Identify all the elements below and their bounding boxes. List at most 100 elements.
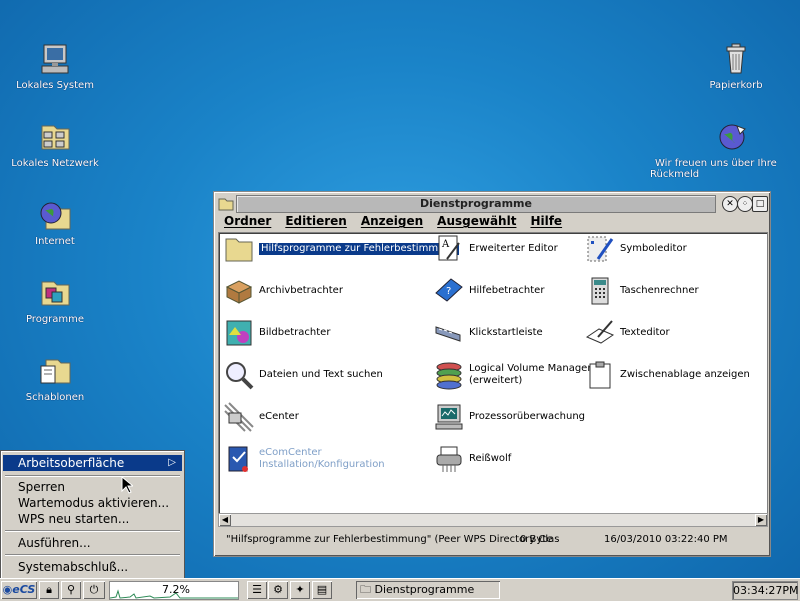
window-list-button[interactable]: ☰ <box>247 581 267 599</box>
status-size: 0 Byte <box>520 534 553 545</box>
launch-settings-button[interactable]: ⚙ <box>268 581 288 599</box>
window-title[interactable]: Dienstprogramme <box>236 195 716 213</box>
folder-icon: 🗀 <box>360 583 371 596</box>
menu-separator <box>5 530 180 532</box>
desktop-icon-label: Wir freuen uns über Ihre Rückmeld <box>650 158 777 180</box>
archive-box-icon <box>225 280 253 304</box>
menu-item-label: Ausführen... <box>18 536 91 550</box>
item-reisswolf[interactable]: Reißwolf <box>433 443 511 475</box>
desktop-icon-label: Internet <box>35 236 75 247</box>
item-label: Erweiterter Editor <box>469 243 558 254</box>
task-button-dienstprogramme[interactable]: 🗀 Dienstprogramme <box>356 581 500 599</box>
item-ecomcenter[interactable]: eComCenter Installation/Konfiguration <box>223 443 385 475</box>
status-bar: "Hilfsprogramme zur Fehlerbestimmung" (P… <box>218 529 766 551</box>
folder-icon[interactable] <box>218 196 234 212</box>
desktop-icon-papierkorb[interactable]: Papierkorb <box>681 42 791 91</box>
status-object: "Hilfsprogramme zur Fehlerbestimmung" (P… <box>226 534 560 545</box>
menu-sperren[interactable]: Sperren <box>3 479 182 495</box>
item-texteditor[interactable]: Texteditor <box>584 317 670 349</box>
item-label-line1: Logical Volume Manager <box>469 363 592 374</box>
menu-ausfuehren[interactable]: Ausführen... <box>3 535 182 551</box>
drives-launch-icon: ▤ <box>316 583 328 596</box>
item-zwischenablage[interactable]: Zwischenablage anzeigen <box>584 359 750 391</box>
ecenter-icon <box>224 402 254 432</box>
ecs-start-button[interactable]: ◉eCS <box>1 581 37 599</box>
taskbar: ◉eCS 🔒︎ ⚲ ⏻ 7.2% ☰ ⚙ ✦ ▤ 🗀 Dienstprogram… <box>0 578 800 601</box>
mouse-pointer-icon <box>121 476 133 494</box>
item-label: Symboleditor <box>620 243 687 254</box>
item-klickstartleiste[interactable]: Klickstartleiste <box>433 317 543 349</box>
item-label: Zwischenablage anzeigen <box>620 369 750 380</box>
close-button[interactable]: ✕ <box>722 196 738 212</box>
lvm-disks-icon <box>436 362 462 390</box>
item-taschenrechner[interactable]: Taschenrechner <box>584 275 699 307</box>
item-ecenter[interactable]: eCenter <box>223 401 299 433</box>
item-label: eComCenter Installation/Konfiguration <box>259 447 385 471</box>
scroll-left-icon[interactable]: ◀ <box>219 514 231 526</box>
desktop-icon-internet[interactable]: Internet <box>0 198 110 247</box>
item-bildbetrachter[interactable]: Bildbetrachter <box>223 317 330 349</box>
icon-view[interactable]: Hilfsprogramme zur Fehlerbestimmung Arch… <box>218 232 768 514</box>
submenu-arrow-icon: ▷ <box>168 457 176 468</box>
status-datetime: 16/03/2010 03:22:40 PM <box>604 534 728 545</box>
templates-folder-icon <box>40 359 71 384</box>
item-label: Taschenrechner <box>620 285 699 296</box>
desktop-icon-programme[interactable]: Programme <box>0 276 110 325</box>
task-label: Dienstprogramme <box>374 583 475 596</box>
minimize-button[interactable]: ⁘ <box>737 196 753 212</box>
start-menu: Arbeitsoberfläche ▷ Sperren Wartemodus a… <box>0 450 185 580</box>
launch-tools-button[interactable]: ✦ <box>290 581 310 599</box>
svg-text:?: ? <box>446 286 451 297</box>
menu-hilfe[interactable]: Hilfe <box>522 213 568 228</box>
desktop-icon-lokales-netzwerk[interactable]: Lokales Netzwerk <box>0 120 110 169</box>
internet-globe-icon <box>40 202 71 230</box>
desktop-icon-label: Lokales System <box>16 80 94 91</box>
cpu-percent: 7.2% <box>162 583 190 596</box>
item-label-line2: Installation/Konfiguration <box>259 459 385 470</box>
menu-wartemodus[interactable]: Wartemodus aktivieren... <box>3 495 182 511</box>
clock[interactable]: 03:34:27PM <box>732 581 799 600</box>
launchpad-icon <box>435 326 461 342</box>
item-lvm[interactable]: Logical Volume Manager (erweitert) <box>433 359 591 391</box>
menu-separator <box>5 475 180 477</box>
icon-editor-icon <box>587 236 614 262</box>
image-viewer-icon <box>226 320 252 346</box>
menu-anzeigen[interactable]: Anzeigen <box>353 213 429 228</box>
maximize-button[interactable]: □ <box>752 196 768 212</box>
desktop-icon-feedback[interactable]: Wir freuen uns über Ihre Rückmeld <box>650 120 800 180</box>
clipboard-icon <box>589 361 611 389</box>
cpu-load-meter: 7.2% <box>109 581 239 600</box>
menu-wps-neu-starten[interactable]: WPS neu starten... <box>3 511 182 527</box>
scroll-right-icon[interactable]: ▶ <box>755 514 767 526</box>
item-symboleditor[interactable]: Symboleditor <box>584 233 687 265</box>
launch-drives-button[interactable]: ▤ <box>312 581 332 599</box>
menu-editieren[interactable]: Editieren <box>277 213 353 228</box>
horizontal-scrollbar[interactable]: ◀ ▶ <box>218 513 768 527</box>
network-icon <box>41 125 70 150</box>
folder-window[interactable]: Dienstprogramme ✕ ⁘ □ Ordner Editieren Anz… <box>213 191 771 557</box>
item-label: Logical Volume Manager (erweitert) <box>469 363 591 387</box>
menu-arbeitsoberflaeche[interactable]: Arbeitsoberfläche ▷ <box>3 455 182 471</box>
help-book-icon: ? <box>435 278 463 302</box>
item-hilfebetrachter[interactable]: ? Hilfebetrachter <box>433 275 544 307</box>
title-bar[interactable]: Dienstprogramme ✕ ⁘ □ <box>216 194 768 213</box>
item-hilfsprogramme[interactable]: Hilfsprogramme zur Fehlerbestimmung <box>223 233 461 265</box>
shutdown-button[interactable]: ⏻ <box>83 581 105 599</box>
item-prozessorueberwachung[interactable]: Prozessorüberwachung <box>433 401 585 433</box>
search-button[interactable]: ⚲ <box>61 581 81 599</box>
item-erweiterter-editor[interactable]: A Erweiterter Editor <box>433 233 558 265</box>
desktop-icon-schablonen[interactable]: Schablonen <box>0 354 110 403</box>
desktop-icon-lokales-system[interactable]: Lokales System <box>0 42 110 91</box>
menu-ordner[interactable]: Ordner <box>216 213 277 228</box>
power-icon: ⏻ <box>89 583 99 596</box>
menu-item-label: Systemabschluß... <box>18 560 129 574</box>
desktop-icon-label: Papierkorb <box>709 80 763 91</box>
item-archivbetrachter[interactable]: Archivbetrachter <box>223 275 343 307</box>
lock-button[interactable]: 🔒︎ <box>39 581 59 599</box>
menu-ausgewaehlt[interactable]: Ausgewählt <box>429 213 522 228</box>
menu-item-label: Wartemodus aktivieren... <box>18 496 170 510</box>
menu-systemabschluss[interactable]: Systemabschluß... <box>3 559 182 575</box>
menu-item-label: Sperren <box>18 480 65 494</box>
text-editor-icon <box>585 320 615 344</box>
item-dateien-suchen[interactable]: Dateien und Text suchen <box>223 359 383 391</box>
